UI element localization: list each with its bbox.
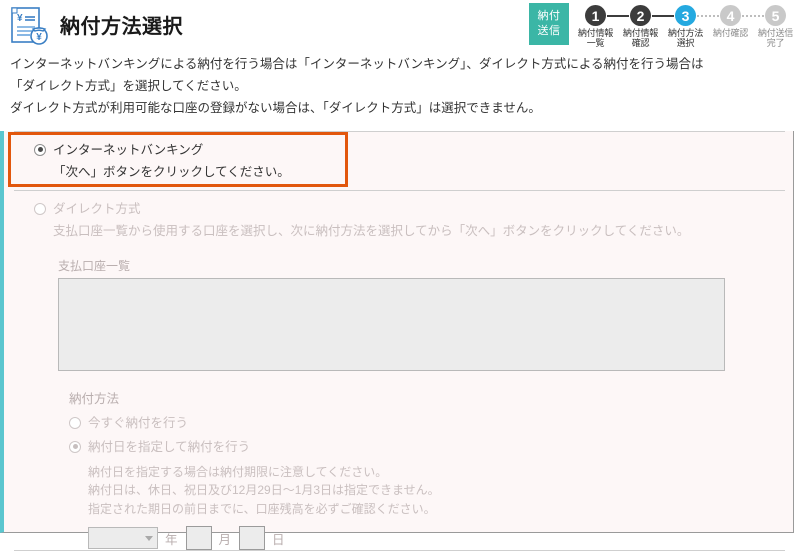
pay-now-label: 今すぐ納付を行う (88, 415, 189, 430)
payment-note-2: 納付日は、休日、祝日及び12月29日～1月3日は指定できません。 (88, 483, 440, 498)
svg-text:¥: ¥ (17, 13, 23, 24)
step-1-label: 納付情報 一覧 (577, 28, 614, 49)
step-4-circle: 4 (720, 5, 741, 26)
month-unit-label: 月 (218, 532, 232, 547)
step-2: 2 納付情報 確認 (607, 3, 663, 49)
payment-method-group: 納付方法 今すぐ納付を行う 納付日を指定して納付を行う 納付日を指定する場合は納… (14, 388, 785, 551)
payment-method-panel: インターネットバンキング 「次へ」ボタンをクリックしてください。 ダイレクト方式… (0, 130, 794, 551)
radio-pay-scheduled[interactable] (69, 440, 81, 453)
stepper-badge: 納付 送信 (529, 3, 569, 45)
payment-method-caption: 納付方法 (69, 391, 120, 406)
stepper-badge-line1: 納付 (537, 10, 561, 23)
connector-3-4 (697, 15, 719, 17)
option-direct-method[interactable]: ダイレクト方式 支払口座一覧から使用する口座を選択し、次に納付方法を選択してから… (14, 191, 785, 551)
pay-scheduled-label: 納付日を指定して納付を行う (88, 439, 251, 454)
internet-banking-description: 「次へ」ボタンをクリックしてください。 (53, 164, 290, 179)
radio-pay-now[interactable] (69, 416, 81, 429)
intro-line-2: 「ダイレクト方式」を選択してください。 (10, 78, 247, 93)
step-3: 3 納付方法 選択 (652, 3, 708, 49)
option-internet-banking[interactable]: インターネットバンキング 「次へ」ボタンをクリックしてください。 (14, 130, 785, 192)
internet-banking-label: インターネットバンキング (53, 142, 204, 157)
radio-direct-method[interactable] (34, 203, 46, 216)
direct-method-label: ダイレクト方式 (53, 202, 141, 217)
step-5: 5 納付送信 完了 (742, 3, 798, 49)
account-list-box[interactable] (58, 277, 725, 371)
svg-text:¥: ¥ (36, 32, 42, 43)
account-list-caption: 支払口座一覧 (58, 258, 131, 273)
connector-2-3 (652, 15, 674, 17)
step-2-label: 納付情報 確認 (622, 28, 659, 49)
step-2-circle: 2 (630, 5, 651, 26)
connector-1-2 (607, 15, 629, 17)
payment-document-icon: ¥ ¥ (8, 4, 52, 48)
page-header: ¥ ¥ 納付方法選択 納付 送信 1 納付情報 一覧 2 納付情報 確認 3 納… (0, 0, 800, 52)
account-list-group: 支払口座一覧 (14, 257, 785, 371)
step-5-label: 納付送信 完了 (757, 28, 794, 49)
step-4: 4 納付確認 (697, 3, 753, 38)
day-input[interactable] (239, 526, 266, 551)
radio-internet-banking[interactable] (34, 143, 46, 156)
step-5-circle: 5 (765, 5, 786, 26)
year-unit-label: 年 (165, 532, 178, 547)
scheduled-date-row: 年 月 日 (69, 526, 785, 551)
day-unit-label: 日 (272, 532, 285, 547)
direct-method-row[interactable]: ダイレクト方式 (14, 201, 785, 218)
intro-line-1: インターネットバンキングによる納付を行う場合は「インターネットバンキング」、ダイ… (10, 57, 704, 71)
direct-method-description: 支払口座一覧から使用する口座を選択し、次に納付方法を選択してから「次へ」ボタンを… (53, 224, 690, 239)
payment-scheduled-row[interactable]: 納付日を指定して納付を行う (69, 439, 785, 456)
stepper-steps: 1 納付情報 一覧 2 納付情報 確認 3 納付方法 選択 4 納付確認 5 納… (573, 3, 798, 49)
payment-note-1: 納付日を指定する場合は納付期限に注意してください。 (88, 464, 388, 479)
payment-scheduled-notes: 納付日を指定する場合は納付期限に注意してください。 納付日は、休日、祝日及び12… (69, 463, 785, 519)
page-title: 納付方法選択 (60, 16, 183, 38)
stepper-badge-line2: 送信 (537, 25, 561, 37)
month-input[interactable] (185, 526, 212, 551)
internet-banking-row[interactable]: インターネットバンキング (14, 142, 785, 159)
step-3-label: 納付方法 選択 (667, 28, 704, 49)
step-1-circle: 1 (585, 5, 606, 26)
step-4-label: 納付確認 (712, 28, 749, 38)
connector-4-5 (742, 15, 764, 17)
intro-line-3: ダイレクト方式が利用可能な口座の登録がない場合は、「ダイレクト方式」は選択できま… (10, 100, 541, 115)
step-1: 1 納付情報 一覧 (573, 3, 618, 49)
step-3-circle: 3 (675, 5, 696, 26)
year-select[interactable] (88, 527, 158, 550)
progress-stepper: 納付 送信 1 納付情報 一覧 2 納付情報 確認 3 納付方法 選択 4 納付… (529, 3, 798, 51)
intro-paragraph: インターネットバンキングによる納付を行う場合は「インターネットバンキング」、ダイ… (0, 52, 800, 126)
payment-now-row[interactable]: 今すぐ納付を行う (69, 415, 785, 432)
chevron-down-icon (145, 535, 153, 541)
